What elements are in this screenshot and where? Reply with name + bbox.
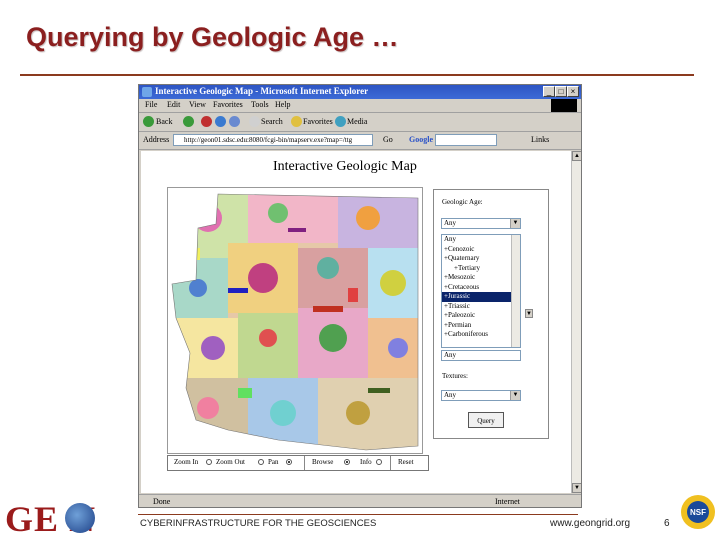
geologic-age-label: Geologic Age: [442,198,483,206]
list-item[interactable]: +Cenozoic [442,245,520,255]
zoom-out-label: Zoom Out [216,458,245,466]
list-item[interactable]: +Tertiary [442,264,520,274]
standard-toolbar: Back Search Favorites Media [139,113,581,132]
pan-label: Pan [268,458,279,466]
age-select2-value: Any [444,351,457,359]
google-search-input[interactable] [435,134,497,146]
page-content: Interactive Geologic Map Geologic Age: A… [141,151,571,493]
browser-window: Interactive Geologic Map - Microsoft Int… [138,84,582,508]
query-button[interactable]: Query [468,412,504,428]
back-label[interactable]: Back [156,117,172,126]
footer-text: CYBERINFRASTRUCTURE FOR THE GEOSCIENCES [140,518,377,529]
address-bar: Address http://geon01.sdsc.edu:8080/fcgi… [139,132,581,150]
links-label[interactable]: Links [531,135,549,144]
chevron-down-icon[interactable]: ▼ [510,391,520,400]
windows-flag-icon [551,99,577,112]
map-image [171,193,419,451]
geologic-map[interactable] [167,187,423,454]
list-item[interactable]: +Cretaceous [442,283,520,293]
browse-label: Browse [312,458,334,466]
info-label: Info [360,458,372,466]
go-button[interactable]: Go [383,135,393,144]
menu-bar: File Edit View Favorites Tools Help [139,99,581,113]
media-label[interactable]: Media [347,117,367,126]
page-number: 6 [664,518,670,529]
window-titlebar[interactable]: Interactive Geologic Map - Microsoft Int… [139,85,581,99]
favorites-icon[interactable] [291,116,302,127]
slide-title: Querying by Geologic Age … [26,22,399,52]
scroll-down-icon[interactable]: ▼ [572,483,581,493]
page-heading: Interactive Geologic Map [273,159,417,174]
globe-icon [65,503,95,533]
map-nav-bar: Zoom In Zoom Out Pan Browse Info Reset [167,455,429,471]
nsf-seal-icon: NSF [681,495,715,529]
back-icon[interactable] [143,116,154,127]
title-rule [20,74,694,76]
google-logo: Google [409,135,433,144]
home-icon[interactable] [229,116,240,127]
textures-label: Textures: [442,372,468,380]
nav-divider [304,456,305,470]
chevron-down-icon[interactable]: ▼ [510,219,520,228]
menu-favorites[interactable]: Favorites [213,100,243,109]
maximize-icon[interactable]: □ [555,86,567,97]
scroll-up-icon[interactable]: ▲ [572,151,581,161]
address-label: Address [143,135,170,144]
favorites-label[interactable]: Favorites [303,117,333,126]
list-item[interactable]: +Paleozoic [442,311,520,321]
list-item[interactable]: +Triassic [442,302,520,312]
zoom-in-radio[interactable] [206,459,212,465]
list-item-selected[interactable]: +Jurassic [442,292,520,302]
menu-edit[interactable]: Edit [167,100,180,109]
zoom-out-radio[interactable] [258,459,264,465]
menu-file[interactable]: File [145,100,157,109]
search-icon[interactable] [249,116,260,127]
menu-tools[interactable]: Tools [251,100,269,109]
list-item[interactable]: Any [442,235,520,245]
stop-icon[interactable] [201,116,212,127]
address-value: http://geon01.sdsc.edu:8080/fcgi-bin/map… [184,136,353,144]
reset-button[interactable]: Reset [398,458,414,466]
pan-radio[interactable] [286,459,292,465]
ie-logo-icon [142,87,152,97]
textures-select[interactable]: Any ▼ [441,390,521,401]
zoom-in-label: Zoom In [174,458,199,466]
search-label[interactable]: Search [261,117,283,126]
minimize-icon[interactable]: _ [543,86,555,97]
menu-help[interactable]: Help [275,100,291,109]
menu-view[interactable]: View [189,100,206,109]
chevron-down-icon[interactable]: ▼ [525,309,533,318]
browse-radio[interactable] [344,459,350,465]
list-item[interactable]: +Mesozoic [442,273,520,283]
status-bar: Done Internet [139,494,581,507]
nsf-text: NSF [690,508,706,517]
list-item[interactable]: +Carboniferous [442,330,520,340]
close-icon[interactable]: × [567,86,579,97]
info-radio[interactable] [376,459,382,465]
media-icon[interactable] [335,116,346,127]
list-item[interactable]: +Quaternary [442,254,520,264]
age-listbox[interactable]: Any +Cenozoic +Quaternary +Tertiary +Mes… [441,234,521,348]
refresh-icon[interactable] [215,116,226,127]
list-item[interactable]: +Permian [442,321,520,331]
status-done: Done [153,497,171,506]
footer-rule [138,514,578,515]
forward-icon[interactable] [183,116,194,127]
listbox-scrollbar[interactable] [511,235,520,347]
footer-url: www.geongrid.org [550,518,631,529]
address-input[interactable]: http://geon01.sdsc.edu:8080/fcgi-bin/map… [173,134,373,146]
age-select-value: Any [444,219,457,227]
window-title: Interactive Geologic Map - Microsoft Int… [155,86,369,96]
status-zone: Internet [495,497,520,506]
age-select[interactable]: Any ▼ [441,218,521,229]
age-select-secondary[interactable]: Any [441,350,521,361]
page-scrollbar[interactable]: ▲ ▼ [571,151,581,493]
textures-value: Any [444,391,457,399]
nav-divider [390,456,391,470]
